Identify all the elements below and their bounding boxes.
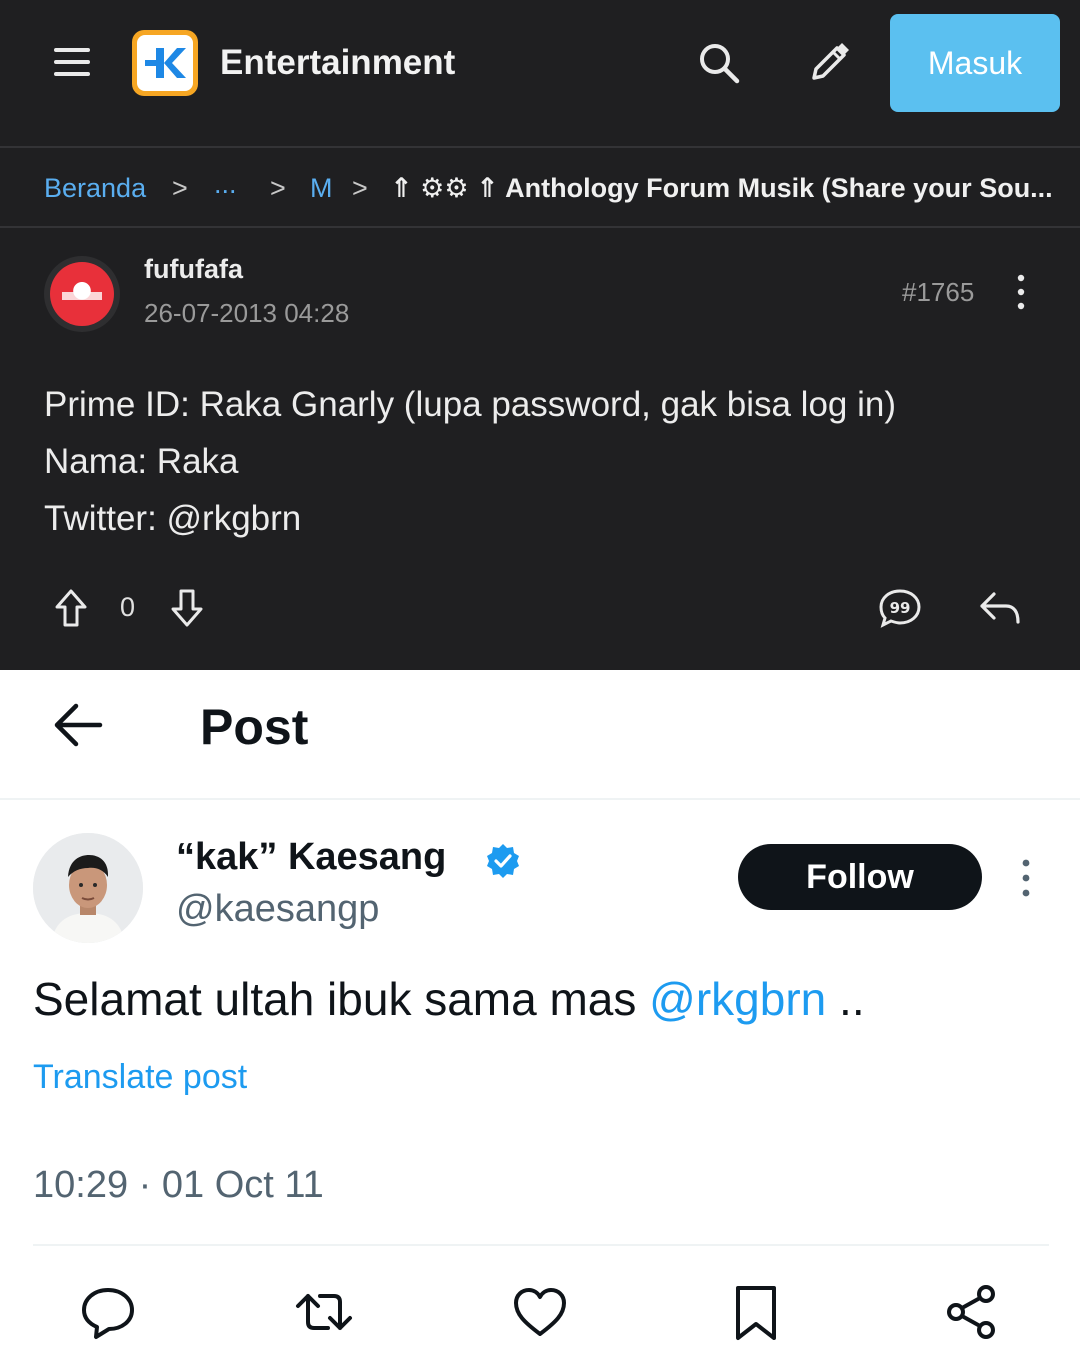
translate-post-link[interactable]: Translate post — [33, 1058, 247, 1097]
breadcrumb-home[interactable]: Beranda — [44, 172, 146, 204]
verified-badge-icon — [487, 844, 519, 878]
post-body-line: Prime ID: Raka Gnarly (lupa password, ga… — [44, 385, 897, 424]
svg-text:99: 99 — [890, 599, 911, 617]
kaskus-header: Entertainment Masuk — [0, 0, 1080, 146]
kaskus-logo[interactable] — [132, 30, 198, 96]
back-arrow-icon[interactable] — [50, 700, 106, 750]
reply-icon[interactable] — [978, 588, 1022, 628]
tweet-text-part: Selamat ultah ibuk sama mas — [33, 973, 650, 1025]
upvote-icon[interactable] — [54, 588, 88, 628]
share-icon[interactable] — [942, 1282, 1002, 1342]
login-button[interactable]: Masuk — [890, 14, 1060, 112]
divider — [33, 1244, 1049, 1246]
twitter-post-screenshot: Post “kak” Kaesang @kaesangp Follow Sela… — [0, 670, 1080, 1362]
search-icon[interactable] — [696, 40, 742, 86]
avatar[interactable] — [44, 256, 120, 332]
breadcrumb-current: ⇑ ⚙⚙ ⇑ Anthology Forum Musik (Share your… — [390, 173, 1053, 203]
retweet-icon[interactable] — [294, 1282, 354, 1342]
post-number[interactable]: #1765 — [902, 277, 974, 308]
divider — [0, 798, 1080, 800]
breadcrumb-ellipsis[interactable]: ... — [214, 168, 237, 200]
post-body-line: Twitter: @rkgbrn — [44, 499, 302, 538]
bookmark-icon[interactable] — [726, 1282, 786, 1342]
post-datetime: 26-07-2013 04:28 — [144, 298, 350, 328]
like-icon[interactable] — [510, 1282, 570, 1342]
chevron-right-icon: > — [352, 173, 368, 203]
breadcrumb: Beranda > ... > M > ⇑ ⚙⚙ ⇑ Anthology For… — [0, 146, 1080, 228]
tweet-timestamp[interactable]: 10:29 · 01 Oct 11 — [33, 1164, 324, 1207]
mention-link[interactable]: @rkgbrn — [649, 973, 826, 1025]
pencil-icon[interactable] — [806, 40, 852, 86]
breadcrumb-level2[interactable]: M — [310, 172, 333, 204]
kaskus-k-icon — [145, 48, 186, 78]
avatar-image — [50, 262, 114, 326]
chevron-right-icon: > — [172, 173, 188, 203]
post-username[interactable]: fufufafa — [144, 254, 243, 285]
post-body-line: Nama: Raka — [44, 442, 239, 481]
avatar[interactable] — [33, 833, 143, 943]
chevron-right-icon: > — [270, 173, 286, 203]
more-icon[interactable] — [1014, 856, 1038, 900]
quote-icon[interactable]: 99 — [878, 588, 922, 628]
avatar-image — [33, 833, 143, 943]
tweet-text-part: .. — [826, 973, 865, 1025]
tweet-text: Selamat ultah ibuk sama mas @rkgbrn .. — [33, 972, 865, 1026]
author-handle[interactable]: @kaesangp — [176, 888, 379, 931]
reply-icon[interactable] — [78, 1282, 138, 1342]
menu-icon[interactable] — [52, 44, 92, 80]
section-title: Entertainment — [220, 43, 456, 82]
downvote-icon[interactable] — [170, 588, 204, 628]
vote-count: 0 — [120, 592, 136, 622]
page-title: Post — [200, 699, 309, 755]
author-name[interactable]: “kak” Kaesang — [176, 836, 446, 879]
kaskus-forum-screenshot: Entertainment Masuk Beranda > ... > M > … — [0, 0, 1080, 670]
follow-button[interactable]: Follow — [738, 844, 982, 910]
kebab-icon[interactable] — [1006, 272, 1036, 312]
